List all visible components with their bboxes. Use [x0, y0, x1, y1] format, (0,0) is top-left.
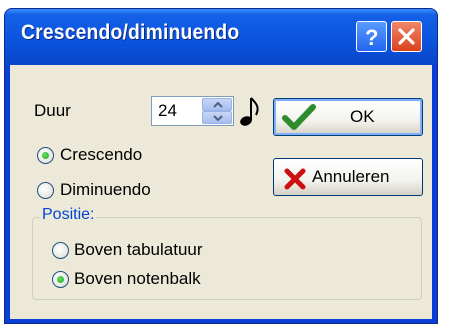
spinner-down-button[interactable] — [202, 111, 232, 124]
duration-input[interactable] — [152, 97, 200, 125]
radio-button[interactable] — [52, 242, 69, 259]
chevron-up-icon — [213, 102, 223, 108]
cancel-button[interactable]: Annuleren — [273, 158, 423, 196]
radio-button[interactable] — [37, 147, 54, 164]
chevron-down-icon — [213, 115, 223, 121]
duration-spinner[interactable] — [151, 96, 234, 126]
red-x-icon — [284, 168, 306, 190]
close-x-icon — [398, 28, 415, 45]
ok-label: OK — [350, 107, 375, 126]
radio-label: Boven tabulatuur — [74, 240, 203, 259]
dialog-body: Duur OK — [10, 65, 432, 319]
spinner-up-button[interactable] — [202, 98, 232, 111]
radio-label: Diminuendo — [60, 180, 151, 199]
radio-selected-dot — [42, 152, 49, 159]
radio-label: Crescendo — [60, 145, 143, 164]
eighth-note-icon — [240, 97, 259, 126]
window-title: Crescendo/diminuendo — [21, 21, 240, 44]
radio-button[interactable] — [37, 182, 54, 199]
duration-label: Duur — [34, 101, 71, 120]
cancel-label: Annuleren — [312, 167, 390, 186]
position-group-title: Positie: — [40, 206, 97, 224]
help-button[interactable]: ? — [356, 21, 387, 52]
radio-selected-dot — [57, 276, 64, 283]
title-bar[interactable]: Crescendo/diminuendo ? — [5, 9, 437, 65]
radio-button[interactable] — [52, 271, 69, 288]
radio-label: Boven notenbalk — [74, 269, 201, 288]
dialog-window: Crescendo/diminuendo ? Duur 24 OK Annule… — [4, 8, 438, 324]
close-button[interactable] — [391, 21, 422, 52]
checkmark-icon — [282, 104, 316, 130]
ok-button[interactable]: OK — [273, 98, 423, 136]
svg-text:?: ? — [365, 25, 378, 50]
help-question-icon: ? — [365, 25, 378, 50]
